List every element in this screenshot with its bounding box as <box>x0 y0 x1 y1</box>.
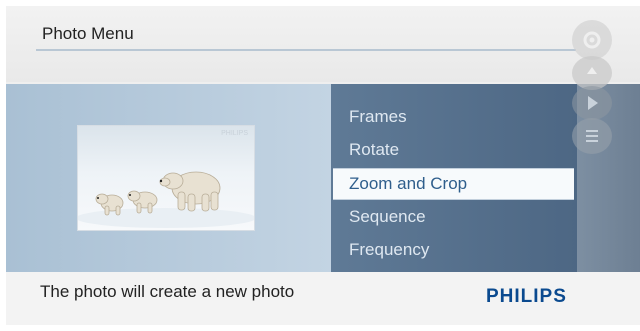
photo-preview: PHILIPS <box>77 125 255 231</box>
play-icon[interactable] <box>572 86 612 120</box>
menu-item-frequency[interactable]: Frequency <box>331 235 577 265</box>
menu-item-label: Zoom and Crop <box>349 174 468 193</box>
menu-item-frames[interactable]: Frames <box>331 102 577 132</box>
polar-bears-image <box>78 171 254 228</box>
menu-item-label: Frames <box>349 107 407 126</box>
header: Photo Menu <box>6 6 640 82</box>
up-icon[interactable] <box>572 56 612 90</box>
menu-item-label: Frequency <box>349 240 430 259</box>
page-title: Photo Menu <box>42 24 134 43</box>
menu-item-zoom-and-crop[interactable]: Zoom and Crop <box>333 168 574 200</box>
footer: The photo will create a new photo PHILIP… <box>6 272 640 325</box>
menu-item-sequence[interactable]: Sequence <box>331 202 577 232</box>
menu-panel: Frames Rotate Zoom and Crop Sequence Fre… <box>331 84 577 272</box>
title-divider <box>36 49 576 51</box>
settings-icon[interactable] <box>572 20 612 60</box>
main-area: PHILIPS Frames Rotate Zoom and Crop Sequ… <box>6 84 640 272</box>
photo-frame-screen: Photo Menu PHILIPS Frames Rotate Zoom an… <box>6 6 640 325</box>
menu-item-label: Sequence <box>349 207 426 226</box>
status-text: The photo will create a new photo <box>40 282 295 301</box>
preview-panel: PHILIPS <box>6 84 331 272</box>
menu-icon[interactable] <box>572 118 612 154</box>
menu-item-label: Rotate <box>349 140 400 159</box>
brand-logo: PHILIPS <box>486 286 567 307</box>
menu-item-rotate[interactable]: Rotate <box>331 135 577 165</box>
